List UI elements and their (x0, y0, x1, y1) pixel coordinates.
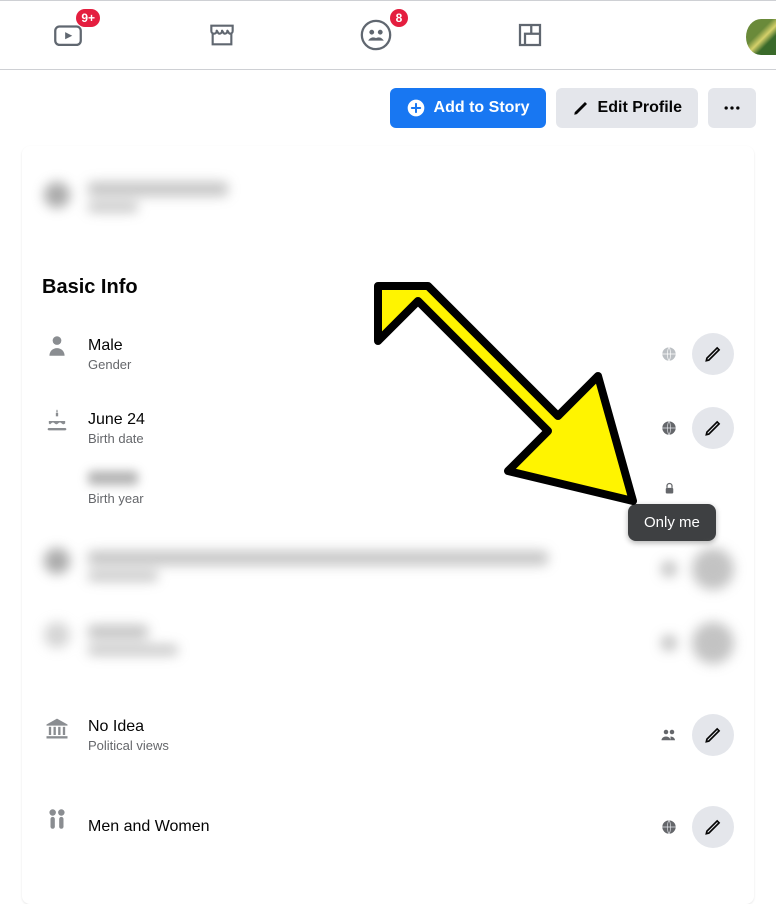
more-button[interactable] (708, 88, 756, 128)
lock-icon (662, 481, 677, 496)
birth-date-value: June 24 (88, 411, 660, 429)
add-to-story-button[interactable]: Add to Story (390, 88, 546, 128)
plus-circle-icon (406, 98, 426, 118)
privacy-public-birthdate[interactable] (660, 419, 678, 437)
pencil-icon (572, 99, 590, 117)
political-value: No Idea (88, 718, 660, 736)
groups-badge: 8 (390, 9, 408, 27)
edit-gender-button[interactable] (692, 333, 734, 375)
globe-icon (661, 819, 677, 835)
globe-icon (661, 420, 677, 436)
pencil-icon (703, 725, 723, 745)
nav-groups[interactable]: 8 (358, 17, 394, 53)
nav-items: 9+ 8 (30, 17, 548, 53)
blurred-language-row (42, 532, 734, 606)
groups-icon (359, 18, 393, 52)
row-political: No Idea Political views (42, 698, 734, 772)
row-birth-year: Birth year Only me (42, 465, 734, 522)
section-title: Basic Info (42, 276, 734, 299)
nav-watch[interactable]: 9+ (50, 17, 86, 53)
interested-icon (42, 806, 72, 832)
row-birth-date: June 24 Birth date (42, 391, 734, 465)
privacy-onlyme-birthyear[interactable] (660, 480, 678, 498)
blurred-religion-row (42, 606, 734, 680)
globe-icon (661, 346, 677, 362)
privacy-public-interested[interactable] (660, 818, 678, 836)
marketplace-icon (206, 19, 238, 51)
add-to-story-label: Add to Story (434, 99, 530, 117)
action-row: Add to Story Edit Profile (0, 70, 776, 146)
avatar[interactable] (746, 19, 776, 55)
edit-political-button[interactable] (692, 714, 734, 756)
edit-profile-label: Edit Profile (598, 99, 682, 117)
political-icon (42, 714, 72, 742)
dots-icon (722, 98, 742, 118)
cake-icon (42, 407, 72, 435)
pencil-icon (703, 817, 723, 837)
privacy-public-gender[interactable] (660, 345, 678, 363)
edit-profile-button[interactable]: Edit Profile (556, 88, 698, 128)
about-card: Basic Info Male Gender June 24 Birth dat… (22, 146, 754, 904)
row-interested: Men and Women (42, 790, 734, 864)
blurred-entry (42, 166, 734, 234)
gender-value: Male (88, 337, 660, 355)
top-nav: 9+ 8 (0, 0, 776, 70)
birth-year-value (88, 471, 660, 485)
edit-interested-button[interactable] (692, 806, 734, 848)
pencil-icon (703, 418, 723, 438)
nav-marketplace[interactable] (204, 17, 240, 53)
watch-badge: 9+ (76, 9, 100, 27)
nav-gaming[interactable] (512, 17, 548, 53)
interested-value: Men and Women (88, 818, 660, 836)
pencil-icon (703, 344, 723, 364)
political-label: Political views (88, 738, 660, 753)
gender-label: Gender (88, 357, 660, 372)
birth-date-label: Birth date (88, 431, 660, 446)
birth-year-label: Birth year (88, 491, 660, 506)
gender-icon (42, 333, 72, 359)
gaming-icon (515, 20, 545, 50)
privacy-friends-political[interactable] (660, 726, 678, 744)
row-gender: Male Gender (42, 317, 734, 391)
edit-birthdate-button[interactable] (692, 407, 734, 449)
friends-icon (660, 728, 678, 742)
